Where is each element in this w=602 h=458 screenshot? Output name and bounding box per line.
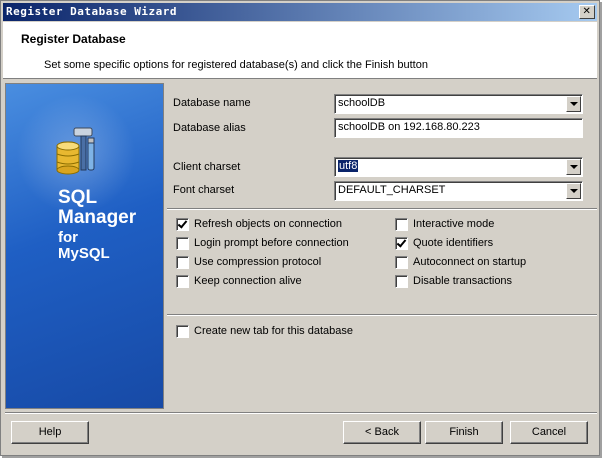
title-bar[interactable]: Register Database Wizard ✕ xyxy=(3,3,597,21)
close-button[interactable]: ✕ xyxy=(579,5,595,19)
font-charset-value: DEFAULT_CHARSET xyxy=(338,184,446,196)
font-charset-label: Font charset xyxy=(173,184,235,196)
option-label: Keep connection alive xyxy=(194,275,302,287)
divider xyxy=(167,314,597,316)
product-name-line3: for xyxy=(58,228,78,246)
product-name-line1: SQL xyxy=(58,187,98,208)
option-create-new-tab[interactable]: Create new tab for this database xyxy=(176,324,353,338)
page-subtitle: Set some specific options for registered… xyxy=(44,59,428,71)
window-title: Register Database Wizard xyxy=(6,5,177,18)
product-name: SQL Manager for MySQL xyxy=(58,188,136,261)
checkbox[interactable] xyxy=(176,324,189,338)
database-alias-input[interactable]: schoolDB on 192.168.80.223 xyxy=(334,118,583,138)
option-label: Quote identifiers xyxy=(413,237,494,249)
option-label: Login prompt before connection xyxy=(194,237,349,249)
checkbox[interactable] xyxy=(176,217,189,231)
database-tools-icon xyxy=(56,127,95,175)
database-name-label: Database name xyxy=(173,97,251,109)
database-name-value: schoolDB xyxy=(338,97,386,109)
checkbox[interactable] xyxy=(395,255,408,269)
product-banner: SQL Manager for MySQL xyxy=(5,83,164,409)
client-charset-label: Client charset xyxy=(173,161,241,173)
checkbox[interactable] xyxy=(395,217,408,231)
cancel-button[interactable]: Cancel xyxy=(510,421,588,444)
database-alias-value: schoolDB on 192.168.80.223 xyxy=(338,121,480,133)
option-keep-alive[interactable]: Keep connection alive xyxy=(176,274,302,288)
checkbox[interactable] xyxy=(176,255,189,269)
chevron-down-icon[interactable] xyxy=(566,96,581,112)
chevron-down-icon[interactable] xyxy=(566,159,581,175)
back-button[interactable]: < Back xyxy=(343,421,421,444)
wizard-window: Register Database Wizard ✕ Register Data… xyxy=(0,0,600,456)
option-label: Interactive mode xyxy=(413,218,495,230)
option-label: Refresh objects on connection xyxy=(194,218,342,230)
option-label: Create new tab for this database xyxy=(194,325,353,337)
database-alias-label: Database alias xyxy=(173,122,246,134)
checkbox[interactable] xyxy=(395,236,408,250)
client-charset-value: utf8 xyxy=(338,160,359,172)
option-autoconnect[interactable]: Autoconnect on startup xyxy=(395,255,526,269)
option-quote-identifiers[interactable]: Quote identifiers xyxy=(395,236,493,250)
checkbox[interactable] xyxy=(395,274,408,288)
option-compression[interactable]: Use compression protocol xyxy=(176,255,321,269)
finish-button[interactable]: Finish xyxy=(425,421,503,444)
help-button[interactable]: Help xyxy=(11,421,89,444)
option-login-prompt[interactable]: Login prompt before connection xyxy=(176,236,349,250)
option-label: Disable transactions xyxy=(413,275,513,287)
option-label: Autoconnect on startup xyxy=(413,256,527,268)
product-name-line2: Manager xyxy=(58,206,137,228)
divider xyxy=(5,412,597,414)
option-label: Use compression protocol xyxy=(194,256,322,268)
product-name-line4: MySQL xyxy=(58,244,110,262)
client-charset-select[interactable]: utf8 xyxy=(334,157,583,177)
chevron-down-icon[interactable] xyxy=(566,183,581,199)
checkbox[interactable] xyxy=(176,236,189,250)
option-refresh-objects[interactable]: Refresh objects on connection xyxy=(176,217,342,231)
option-interactive-mode[interactable]: Interactive mode xyxy=(395,217,494,231)
page-title: Register Database xyxy=(21,32,126,46)
checkbox[interactable] xyxy=(176,274,189,288)
wizard-header: Register Database Set some specific opti… xyxy=(3,22,597,79)
font-charset-select[interactable]: DEFAULT_CHARSET xyxy=(334,181,583,201)
option-disable-transactions[interactable]: Disable transactions xyxy=(395,274,512,288)
database-name-select[interactable]: schoolDB xyxy=(334,94,583,114)
divider xyxy=(167,208,597,210)
